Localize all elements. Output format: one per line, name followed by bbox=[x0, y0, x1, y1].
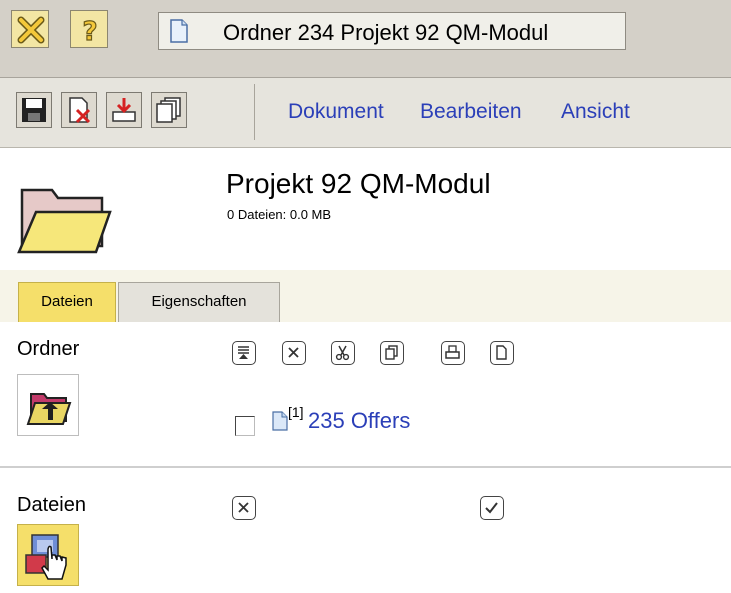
print-icon bbox=[445, 345, 460, 359]
copy-pages-icon bbox=[156, 97, 181, 123]
page-title: Projekt 92 QM-Modul bbox=[226, 168, 491, 199]
save-button[interactable] bbox=[16, 92, 52, 128]
copy-icon bbox=[385, 345, 398, 360]
cut-icon bbox=[335, 345, 350, 361]
check-icon bbox=[485, 502, 498, 514]
menu-ansicht[interactable]: Ansicht bbox=[561, 100, 630, 124]
toolbar: Dokument Bearbeiten Ansicht bbox=[0, 78, 731, 148]
subfolder-link[interactable]: 235 Offers bbox=[308, 408, 410, 434]
delete-file-button[interactable] bbox=[232, 496, 256, 520]
document-tab[interactable]: Ordner 234 Projekt 92 QM-Modul bbox=[158, 12, 626, 50]
move-to-top-button[interactable] bbox=[232, 341, 256, 365]
item-count: [1] bbox=[288, 404, 304, 420]
document-icon bbox=[170, 19, 188, 43]
copy-button[interactable] bbox=[380, 341, 404, 365]
copy-pages-button[interactable] bbox=[151, 92, 187, 128]
section-divider bbox=[0, 466, 731, 468]
folders-section-label: Ordner bbox=[17, 338, 80, 360]
cut-button[interactable] bbox=[331, 341, 355, 365]
tab-eigenschaften[interactable]: Eigenschaften bbox=[118, 282, 280, 322]
tab-dateien[interactable]: Dateien bbox=[18, 282, 116, 322]
print-button[interactable] bbox=[441, 341, 465, 365]
upload-file-button[interactable] bbox=[17, 524, 79, 586]
delete-document-button[interactable] bbox=[61, 92, 97, 128]
item-checkbox[interactable] bbox=[235, 416, 255, 436]
delete-folder-button[interactable] bbox=[282, 341, 306, 365]
new-page-button[interactable] bbox=[490, 341, 514, 365]
close-button[interactable] bbox=[11, 10, 49, 48]
save-icon bbox=[22, 98, 46, 122]
new-page-icon bbox=[496, 345, 507, 360]
folder-up-button[interactable] bbox=[17, 374, 79, 436]
tab-strip: Dateien Eigenschaften bbox=[0, 270, 731, 322]
help-button[interactable]: ? bbox=[70, 10, 108, 48]
delete-icon bbox=[238, 502, 249, 513]
menu-dokument[interactable]: Dokument bbox=[288, 100, 384, 124]
toolbar-separator bbox=[254, 84, 255, 140]
file-icon bbox=[272, 411, 288, 431]
close-icon bbox=[17, 16, 45, 44]
document-title: Ordner 234 Projekt 92 QM-Modul bbox=[223, 20, 549, 45]
menu-bearbeiten[interactable]: Bearbeiten bbox=[420, 100, 522, 124]
delete-icon bbox=[288, 347, 299, 358]
upload-file-icon bbox=[25, 534, 67, 580]
title-bar: ? Ordner 234 Projekt 92 QM-Modul bbox=[0, 0, 731, 78]
svg-text:?: ? bbox=[82, 17, 97, 47]
files-section-label: Dateien bbox=[17, 494, 86, 516]
download-button[interactable] bbox=[106, 92, 142, 128]
page-subtitle: 0 Dateien: 0.0 MB bbox=[227, 207, 332, 222]
help-icon: ? bbox=[82, 16, 98, 47]
folder-icon bbox=[17, 188, 112, 254]
delete-document-icon bbox=[69, 97, 91, 124]
move-to-top-icon bbox=[238, 346, 249, 359]
folder-up-icon bbox=[26, 393, 72, 425]
download-icon bbox=[112, 98, 136, 122]
select-all-button[interactable] bbox=[480, 496, 504, 520]
